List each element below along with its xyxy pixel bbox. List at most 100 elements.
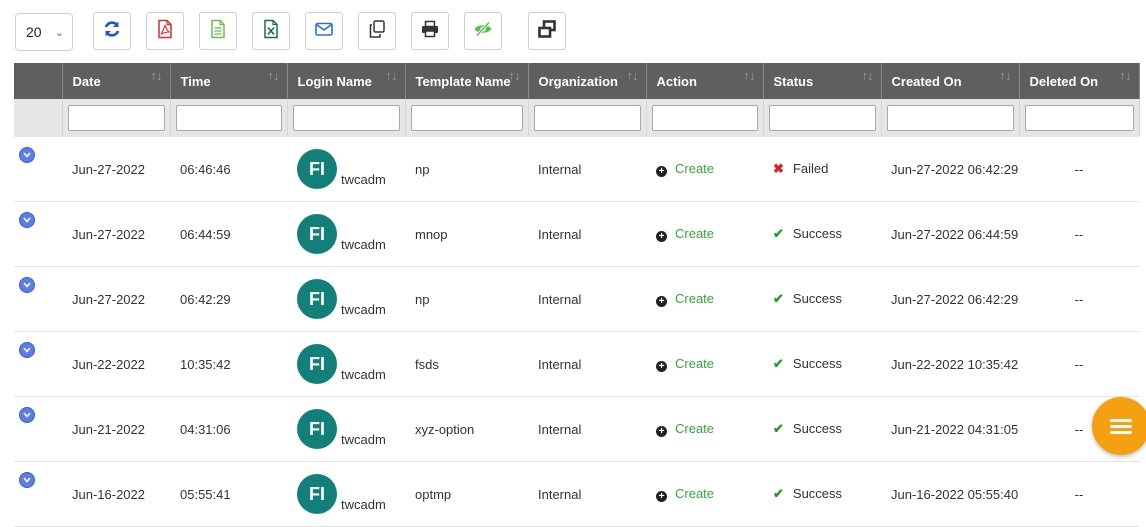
template-name-cell: fsds [405, 331, 528, 397]
action-link[interactable]: Create [675, 356, 714, 371]
column-header-action[interactable]: Action ↑↓ [646, 63, 764, 99]
sort-icon[interactable]: ↑↓ [1000, 68, 1012, 83]
time-cell: 05:55:41 [170, 461, 287, 527]
sort-icon[interactable]: ↑↓ [862, 68, 874, 83]
column-header-date[interactable]: Date ↑↓ [62, 63, 171, 99]
mail-icon [314, 19, 334, 44]
column-header-deleted-on[interactable]: Deleted On ↑↓ [1019, 63, 1140, 99]
avatar: FI [297, 149, 337, 189]
template-name-cell: np [405, 266, 528, 332]
expand-row-button[interactable] [19, 342, 35, 358]
expand-row-button[interactable] [19, 277, 35, 293]
expand-row-button[interactable] [19, 472, 35, 488]
printer-icon [420, 19, 440, 44]
copy-button[interactable] [358, 12, 396, 50]
action-link[interactable]: Create [675, 226, 714, 241]
table-row[interactable]: Jun-27-2022 06:44:59 FItwcadm mnop Internal +… [14, 201, 1139, 267]
column-header-template-name[interactable]: Template Name ↑↓ [405, 63, 529, 99]
deleted-on-cell: -- [1019, 137, 1139, 202]
floating-menu-button[interactable] [1092, 397, 1146, 455]
window-restore-button[interactable] [528, 12, 566, 50]
export-text-button[interactable] [199, 12, 237, 50]
column-label: Login Name [297, 73, 372, 89]
column-header-time[interactable]: Time ↑↓ [170, 63, 288, 99]
print-button[interactable] [411, 12, 449, 50]
filter-cell [170, 99, 288, 137]
status-cell: ✔ Success [763, 201, 881, 267]
expand-row-button[interactable] [19, 407, 35, 423]
refresh-button[interactable] [93, 12, 131, 50]
date-cell: Jun-22-2022 [62, 331, 170, 397]
action-cell: + Create [646, 461, 763, 527]
table-row[interactable]: Jun-21-2022 04:31:06 FItwcadm xyz-option Int… [14, 396, 1139, 462]
template-name-cell: np [405, 137, 528, 202]
action-link[interactable]: Create [675, 486, 714, 501]
time-filter-input[interactable] [175, 105, 282, 131]
filter-cell [881, 99, 1020, 137]
status-filter-input[interactable] [768, 105, 876, 131]
table-row[interactable]: Jun-27-2022 06:42:29 FItwcadm np Internal + Cr… [14, 266, 1139, 332]
column-header-organization[interactable]: Organization ↑↓ [528, 63, 647, 99]
sort-icon[interactable]: ↑↓ [151, 68, 163, 83]
sort-icon[interactable]: ↑↓ [268, 68, 280, 83]
export-excel-button[interactable] [252, 12, 290, 50]
page-size-select[interactable]: 20 ⌄ [15, 13, 73, 51]
date-filter-input[interactable] [67, 105, 165, 131]
deleted-on-filter-input[interactable] [1024, 105, 1134, 131]
created-on-filter-input[interactable] [886, 105, 1014, 131]
login-name-cell: FItwcadm [287, 266, 405, 332]
eye-slash-icon [473, 19, 493, 44]
status-text: Success [792, 356, 843, 371]
sort-icon[interactable]: ↑↓ [627, 68, 639, 83]
deleted-on-cell: -- [1019, 461, 1139, 527]
table-row[interactable]: Jun-27-2022 06:46:46 FItwcadm np Internal + Cr… [14, 137, 1139, 202]
template-name-filter-input[interactable] [410, 105, 523, 131]
column-label: Time [180, 73, 211, 89]
visibility-button[interactable] [464, 12, 502, 50]
column-header-status[interactable]: Status ↑↓ [763, 63, 882, 99]
created-on-cell: Jun-27-2022 06:44:59 [881, 201, 1019, 267]
action-link[interactable]: Create [675, 421, 714, 436]
export-pdf-button[interactable] [146, 12, 184, 50]
filter-cell [287, 99, 406, 137]
template-name-cell: xyz-option [405, 396, 528, 462]
organization-filter-input[interactable] [533, 105, 641, 131]
expand-row-button[interactable] [19, 212, 35, 228]
action-cell: + Create [646, 331, 763, 397]
action-link[interactable]: Create [675, 161, 714, 176]
avatar: FI [297, 344, 337, 384]
action-filter-input[interactable] [651, 105, 758, 131]
login-name: twcadm [341, 302, 386, 318]
excel-icon [261, 19, 281, 44]
column-header-created-on[interactable]: Created On ↑↓ [881, 63, 1020, 99]
deleted-on-cell: -- [1019, 266, 1139, 332]
created-on-cell: Jun-22-2022 10:35:42 [881, 331, 1019, 397]
login-name-cell: FItwcadm [287, 331, 405, 397]
header-row: Date ↑↓ Time ↑↓ Login Name ↑↓ Template Name… [14, 63, 1140, 99]
chevron-down-icon [23, 477, 31, 483]
column-label: Created On [891, 73, 962, 89]
action-link[interactable]: Create [675, 291, 714, 306]
check-icon: ✔ [773, 291, 784, 306]
table-row[interactable]: Jun-22-2022 10:35:42 FItwcadm fsds Internal +… [14, 331, 1139, 397]
page-size-value: 20 [26, 24, 42, 40]
expand-cell [14, 331, 62, 397]
email-button[interactable] [305, 12, 343, 50]
sort-icon[interactable]: ↑↓ [509, 68, 521, 83]
action-cell: + Create [646, 137, 763, 202]
created-on-cell: Jun-16-2022 05:55:40 [881, 461, 1019, 527]
action-cell: + Create [646, 266, 763, 332]
sort-icon[interactable]: ↑↓ [1120, 68, 1132, 83]
column-header-login-name[interactable]: Login Name ↑↓ [287, 63, 406, 99]
sort-icon[interactable]: ↑↓ [386, 68, 398, 83]
status-text: Success [792, 421, 843, 436]
sort-icon[interactable]: ↑↓ [744, 68, 756, 83]
organization-cell: Internal [528, 266, 646, 332]
table-row[interactable]: Jun-16-2022 05:55:41 FItwcadm optmp Internal… [14, 461, 1139, 527]
login-name-filter-input[interactable] [292, 105, 400, 131]
expand-row-button[interactable] [19, 147, 35, 163]
expand-cell [14, 201, 62, 267]
action-cell: + Create [646, 396, 763, 462]
login-name: twcadm [341, 497, 386, 513]
organization-cell: Internal [528, 201, 646, 267]
